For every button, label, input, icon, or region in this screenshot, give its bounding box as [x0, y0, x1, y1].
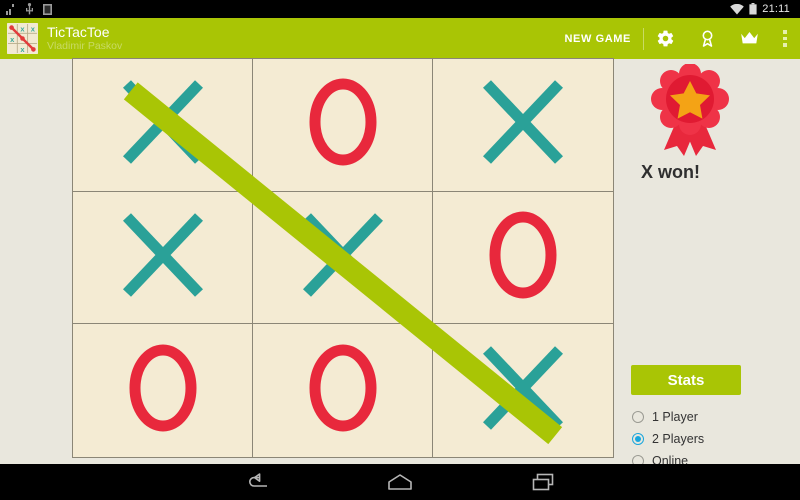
board-cell[interactable]	[73, 324, 253, 457]
usb-icon	[26, 3, 33, 15]
game-board	[72, 58, 614, 458]
app-bar-actions: NEW GAME	[552, 18, 800, 59]
board-cell[interactable]	[253, 324, 433, 457]
cell-mark-o	[297, 76, 389, 173]
more-vertical-icon	[783, 30, 787, 47]
app-subtitle: Vladimir Paskov	[47, 40, 123, 53]
award-ribbon-icon	[702, 30, 712, 47]
status-bar-right-icons: 21:11	[730, 3, 794, 15]
status-bar-left-icons	[6, 3, 52, 15]
cell-mark-o	[477, 209, 569, 306]
side-panel: X won! Stats 1 Player 2 Players Online	[622, 58, 800, 468]
signal-icon	[6, 3, 14, 15]
cell-mark-o	[117, 342, 209, 439]
cell-mark-x	[117, 209, 209, 306]
battery-icon	[749, 3, 757, 15]
nav-home-button[interactable]	[387, 472, 413, 492]
board-cell[interactable]	[73, 191, 253, 325]
tictactoe-logo-icon[interactable]: x x x x	[7, 23, 38, 54]
app-title-block: TicTacToe Vladimir Paskov	[47, 23, 123, 53]
app-title: TicTacToe	[47, 23, 110, 40]
settings-button[interactable]	[644, 18, 686, 59]
mode-option-2-players[interactable]: 2 Players	[632, 428, 704, 450]
leaderboard-button[interactable]	[728, 18, 770, 59]
board-grid	[73, 59, 613, 457]
award-rosette-icon	[651, 64, 729, 156]
system-navigation-bar	[0, 464, 800, 500]
result-text: X won!	[641, 162, 700, 182]
cell-mark-x	[477, 76, 569, 173]
stats-button[interactable]: Stats	[631, 365, 741, 395]
crown-icon	[740, 31, 758, 44]
mode-label: 1 Player	[652, 410, 698, 424]
cell-mark-x	[297, 209, 389, 306]
overflow-menu-button[interactable]	[770, 18, 800, 59]
cell-mark-o	[297, 342, 389, 439]
wifi-icon	[730, 3, 745, 14]
board-cell[interactable]	[433, 324, 613, 457]
board-cell[interactable]	[433, 191, 613, 325]
app-screen: 21:11 x x x x TicTacToe Vladimir Paskov …	[0, 0, 800, 500]
gear-icon	[657, 30, 673, 47]
radio-icon[interactable]	[632, 411, 644, 423]
board-cell[interactable]	[73, 59, 253, 192]
nav-back-button[interactable]	[245, 472, 269, 492]
radio-icon-selected[interactable]	[632, 433, 644, 445]
nav-recents-button[interactable]	[531, 472, 555, 492]
app-bar: x x x x TicTacToe Vladimir Paskov NEW GA…	[0, 18, 800, 59]
mode-option-1-player[interactable]: 1 Player	[632, 406, 704, 428]
mode-label: 2 Players	[652, 432, 705, 446]
new-game-button[interactable]: NEW GAME	[552, 18, 643, 59]
cell-mark-x	[477, 342, 569, 439]
status-bar: 21:11	[0, 0, 800, 18]
board-cell[interactable]	[253, 59, 433, 192]
sim-icon	[43, 3, 52, 15]
board-cell[interactable]	[253, 191, 433, 325]
board-cell[interactable]	[433, 59, 613, 192]
mode-radio-group: 1 Player 2 Players Online	[632, 406, 704, 472]
achievements-button[interactable]	[686, 18, 728, 59]
cell-mark-x	[117, 76, 209, 173]
status-bar-clock: 21:11	[762, 3, 790, 15]
